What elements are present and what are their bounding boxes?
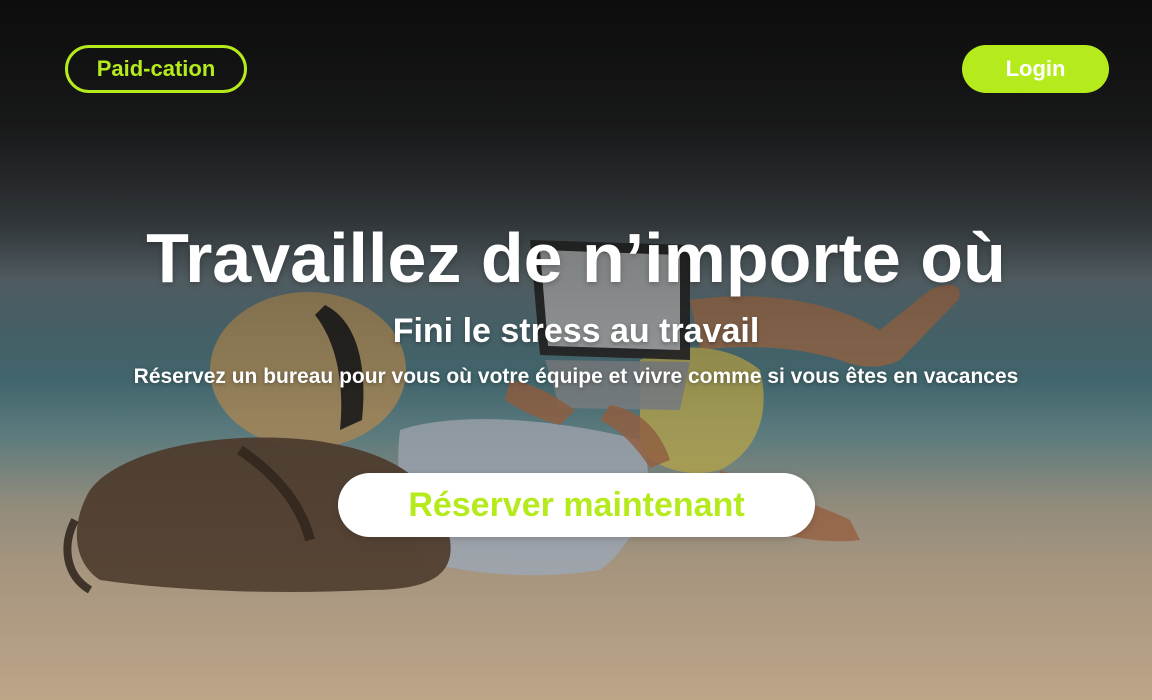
reserve-now-button[interactable]: Réserver maintenant — [338, 473, 815, 537]
logo-button[interactable]: Paid-cation — [65, 45, 247, 93]
hero-headline: Travaillez de n’importe où — [146, 219, 1006, 297]
hero-tagline: Réservez un bureau pour vous où votre éq… — [133, 365, 1019, 388]
login-button[interactable]: Login — [962, 45, 1109, 93]
hero-subheadline: Fini le stress au travail — [392, 312, 760, 350]
